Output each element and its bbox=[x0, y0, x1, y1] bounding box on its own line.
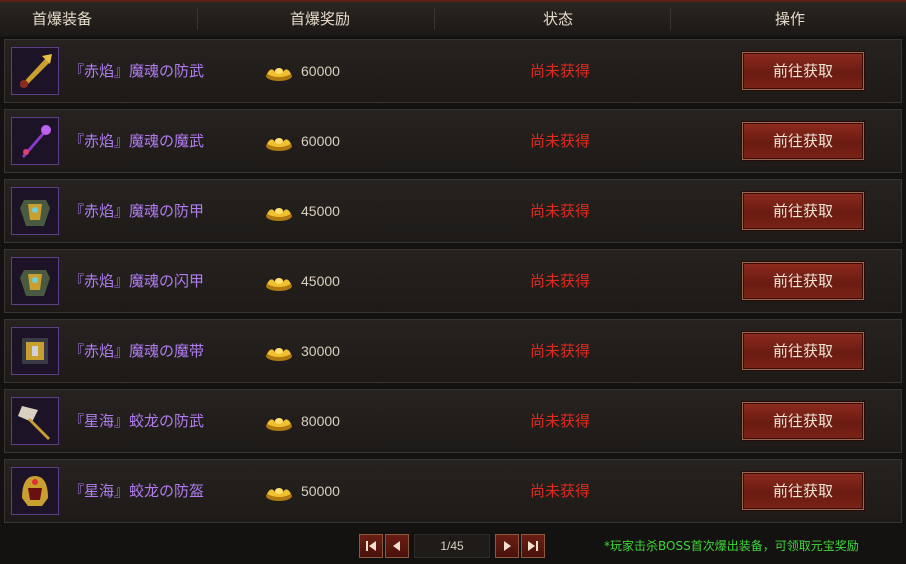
prev-page-icon bbox=[393, 541, 400, 551]
header-divider bbox=[434, 8, 435, 30]
item-icon-box[interactable] bbox=[11, 397, 59, 445]
reward-amount: 60000 bbox=[301, 63, 340, 79]
item-icon-box[interactable] bbox=[11, 117, 59, 165]
item-name[interactable]: 『赤焰』魔魂の防武 bbox=[69, 40, 204, 102]
item-icon-box[interactable] bbox=[11, 467, 59, 515]
gold-ingot-icon bbox=[266, 68, 292, 81]
item-name[interactable]: 『赤焰』魔魂の闪甲 bbox=[69, 250, 204, 312]
sword-icon bbox=[12, 48, 58, 94]
item-icon-box[interactable] bbox=[11, 257, 59, 305]
item-name[interactable]: 『星海』蛟龙の防武 bbox=[69, 390, 204, 452]
axe-icon bbox=[12, 398, 58, 444]
table-row: 『赤焰』魔魂の魔武 60000 尚未获得 前往获取 bbox=[4, 109, 902, 173]
reward-amount: 80000 bbox=[301, 413, 340, 429]
go-obtain-button[interactable]: 前往获取 bbox=[742, 402, 864, 440]
go-obtain-button[interactable]: 前往获取 bbox=[742, 52, 864, 90]
table-row: 『星海』蛟龙の防盔 50000 尚未获得 前往获取 bbox=[4, 459, 902, 523]
gold-ingot-icon bbox=[266, 418, 292, 431]
go-obtain-button[interactable]: 前往获取 bbox=[742, 122, 864, 160]
table-row: 『星海』蛟龙の防武 80000 尚未获得 前往获取 bbox=[4, 389, 902, 453]
item-name[interactable]: 『赤焰』魔魂の防甲 bbox=[69, 180, 204, 242]
go-obtain-button[interactable]: 前往获取 bbox=[742, 262, 864, 300]
table-row: 『赤焰』魔魂の魔带 30000 尚未获得 前往获取 bbox=[4, 319, 902, 383]
gold-ingot-icon bbox=[266, 138, 292, 151]
prev-page-button[interactable] bbox=[385, 534, 409, 558]
header-reward: 首爆奖励 bbox=[289, 10, 350, 28]
status-text: 尚未获得 bbox=[529, 412, 590, 430]
reward-amount: 50000 bbox=[301, 483, 340, 499]
gold-ingot-icon bbox=[266, 208, 292, 221]
item-name[interactable]: 『星海』蛟龙の防盔 bbox=[69, 460, 204, 522]
header-status: 状态 bbox=[542, 10, 573, 28]
item-icon-box[interactable] bbox=[11, 47, 59, 95]
header-action: 操作 bbox=[774, 10, 805, 28]
item-icon-box[interactable] bbox=[11, 327, 59, 375]
item-name[interactable]: 『赤焰』魔魂の魔武 bbox=[69, 110, 204, 172]
helmet-icon bbox=[12, 468, 58, 514]
status-text: 尚未获得 bbox=[529, 342, 590, 360]
reward-amount: 45000 bbox=[301, 273, 340, 289]
gold-ingot-icon bbox=[266, 278, 292, 291]
next-page-button[interactable] bbox=[495, 534, 519, 558]
first-page-icon bbox=[366, 541, 376, 551]
armor-icon bbox=[12, 188, 58, 234]
reward-amount: 30000 bbox=[301, 343, 340, 359]
next-page-icon bbox=[504, 541, 511, 551]
status-text: 尚未获得 bbox=[529, 272, 590, 290]
last-page-button[interactable] bbox=[521, 534, 545, 558]
armor-icon bbox=[12, 258, 58, 304]
table-row: 『赤焰』魔魂の防武 60000 尚未获得 前往获取 bbox=[4, 39, 902, 103]
go-obtain-button[interactable]: 前往获取 bbox=[742, 472, 864, 510]
item-name[interactable]: 『赤焰』魔魂の魔带 bbox=[69, 320, 204, 382]
status-text: 尚未获得 bbox=[529, 62, 590, 80]
go-obtain-button[interactable]: 前往获取 bbox=[742, 332, 864, 370]
header-divider bbox=[670, 8, 671, 30]
first-page-button[interactable] bbox=[359, 534, 383, 558]
table-row: 『赤焰』魔魂の防甲 45000 尚未获得 前往获取 bbox=[4, 179, 902, 243]
status-text: 尚未获得 bbox=[529, 132, 590, 150]
reward-amount: 60000 bbox=[301, 133, 340, 149]
table-row: 『赤焰』魔魂の闪甲 45000 尚未获得 前往获取 bbox=[4, 249, 902, 313]
header-divider bbox=[197, 8, 198, 30]
gold-ingot-icon bbox=[266, 488, 292, 501]
gold-ingot-icon bbox=[266, 348, 292, 361]
staff-icon bbox=[12, 118, 58, 164]
last-page-icon bbox=[528, 541, 538, 551]
header-item: 首爆装备 bbox=[31, 10, 92, 28]
status-text: 尚未获得 bbox=[529, 202, 590, 220]
reward-tip: *玩家击杀BOSS首次爆出装备，可领取元宝奖励 bbox=[604, 539, 859, 553]
status-text: 尚未获得 bbox=[529, 482, 590, 500]
belt-icon bbox=[12, 328, 58, 374]
table-header: 首爆装备 首爆奖励 状态 操作 bbox=[0, 0, 906, 36]
page-indicator: 1/45 bbox=[414, 534, 490, 558]
item-icon-box[interactable] bbox=[11, 187, 59, 235]
reward-amount: 45000 bbox=[301, 203, 340, 219]
go-obtain-button[interactable]: 前往获取 bbox=[742, 192, 864, 230]
